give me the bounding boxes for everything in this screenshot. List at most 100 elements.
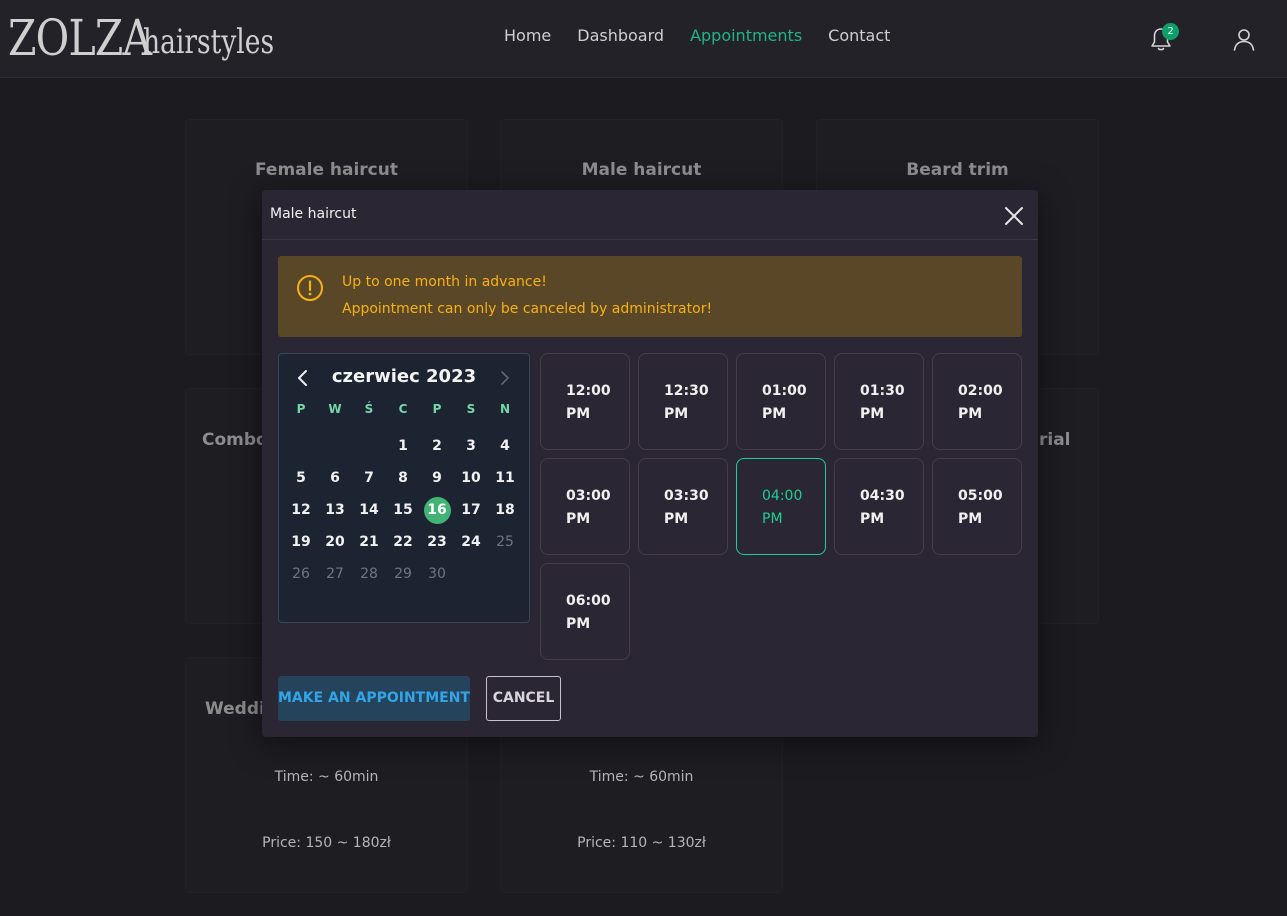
nav-link-home[interactable]: Home (504, 26, 551, 45)
calendar-day: 30 (428, 566, 446, 582)
time-slot-button[interactable]: 12:00 PM (540, 353, 630, 450)
time-slot-meridiem: PM (958, 406, 983, 422)
calendar-empty-cell (318, 430, 352, 462)
card-title: Female haircut (254, 160, 398, 180)
weekday-header: Ś (364, 402, 374, 416)
time-slot-meridiem: PM (762, 511, 783, 527)
nav-link-dashboard[interactable]: Dashboard (577, 26, 664, 45)
nav-link-appointments[interactable]: Appointments (690, 26, 802, 45)
calendar-day[interactable]: 1 (386, 430, 420, 462)
calendar-day[interactable]: 23 (420, 526, 454, 558)
chevron-right-icon[interactable] (495, 367, 515, 389)
time-slot-button[interactable]: 12:30 PM (638, 353, 728, 450)
calendar-day[interactable]: 11 (488, 462, 522, 494)
calendar-day[interactable]: 20 (318, 526, 352, 558)
calendar-day[interactable]: 12 (284, 494, 318, 526)
card-title: Beard trim (906, 160, 1009, 180)
calendar-day: 25 (496, 534, 514, 550)
calendar-day: 27 (326, 566, 344, 582)
time-slot-time: 01:00 (762, 383, 807, 399)
calendar-day-selected[interactable]: 16 (420, 494, 454, 526)
time-slot-button[interactable]: 05:00 PM (932, 458, 1022, 555)
weekday-header: S (466, 402, 476, 416)
alert-line-2: Appointment can only be canceled by admi… (342, 301, 713, 317)
time-slot-label: 12:00 PM (566, 380, 616, 426)
close-icon[interactable] (1002, 204, 1026, 228)
calendar-day[interactable]: 2 (420, 430, 454, 462)
calendar-day[interactable]: 9 (420, 462, 454, 494)
calendar-day[interactable]: 10 (454, 462, 488, 494)
make-appointment-button[interactable]: MAKE AN APPOINTMENT (278, 676, 470, 721)
calendar-day[interactable]: 24 (454, 526, 488, 558)
weekday-header: C (398, 402, 408, 416)
user-icon[interactable] (1232, 27, 1256, 51)
card-title: Weddi (205, 699, 265, 719)
calendar-day: 28 (360, 566, 378, 582)
time-slot-time: 01:30 (860, 383, 905, 399)
card-title: Male haircut (581, 160, 702, 180)
time-slot-label: 04:00 PM (762, 485, 812, 531)
time-slot-meridiem: PM (860, 511, 885, 527)
time-slot-time: 12:00 (566, 383, 611, 399)
time-slot-label: 01:30 PM (860, 380, 910, 426)
time-slot-button[interactable]: 01:00 PM (736, 353, 826, 450)
calendar-day[interactable]: 5 (284, 462, 318, 494)
time-slot-button[interactable]: 04:30 PM (834, 458, 924, 555)
calendar-day: 26 (292, 566, 310, 582)
cancel-button[interactable]: CANCEL (486, 676, 561, 721)
calendar-grid: P W Ś C P S N 1 2 3 4 5 6 7 8 9 10 11 12 13 14 15 16 17 18 19 20 21… (284, 398, 522, 590)
notification-badge: 2 (1162, 23, 1179, 40)
time-slot-button[interactable]: 02:00 PM (932, 353, 1022, 450)
time-slot-button[interactable]: 04:00 PM (736, 458, 826, 555)
calendar-day[interactable]: 18 (488, 494, 522, 526)
time-slot-label: 05:00 PM (958, 485, 1008, 531)
navbar: ZOLZA hairstyles Home Dashboard Appointm… (0, 0, 1287, 78)
calendar-day[interactable]: 13 (318, 494, 352, 526)
nav-link-contact[interactable]: Contact (828, 26, 890, 45)
time-slot-time: 06:00 (566, 593, 611, 609)
time-slot-meridiem: PM (958, 511, 983, 527)
time-slot-button[interactable]: 03:30 PM (638, 458, 728, 555)
time-slot-label: 04:30 PM (860, 485, 910, 531)
time-slot-time: 05:00 (958, 488, 1003, 504)
calendar-day[interactable]: 3 (454, 430, 488, 462)
calendar-day[interactable]: 17 (454, 494, 488, 526)
calendar-empty-cell (352, 430, 386, 462)
calendar-day[interactable]: 4 (488, 430, 522, 462)
card-time: Time: ~ 60min (589, 769, 694, 785)
nav-links: Home Dashboard Appointments Contact (504, 26, 916, 45)
logo-word: hairstyles (143, 22, 275, 62)
time-slot-meridiem: PM (566, 511, 591, 527)
time-slot-meridiem: PM (566, 406, 591, 422)
calendar-day[interactable]: 7 (352, 462, 386, 494)
brand-logo[interactable]: ZOLZA hairstyles (8, 4, 311, 68)
time-slot-time: 04:00 (762, 488, 803, 504)
weekday-header: N (499, 402, 511, 416)
time-slot-label: 03:00 PM (566, 485, 616, 531)
card-price: Price: 110 ~ 130zł (577, 835, 706, 851)
time-slot-time: 12:30 (664, 383, 709, 399)
logo-mark: ZOLZA (8, 9, 152, 67)
calendar-day[interactable]: 21 (352, 526, 386, 558)
calendar-day[interactable]: 19 (284, 526, 318, 558)
calendar-day[interactable]: 14 (352, 494, 386, 526)
time-slot-label: 01:00 PM (762, 380, 812, 426)
calendar-day[interactable]: 15 (386, 494, 420, 526)
appointment-modal: Male haircut Up to one month in advance!… (262, 190, 1038, 737)
warning-alert: Up to one month in advance! Appointment … (278, 256, 1022, 337)
time-slot-button[interactable]: 03:00 PM (540, 458, 630, 555)
time-slot-button[interactable]: 06:00 PM (540, 563, 630, 660)
time-slot-label: 03:30 PM (664, 485, 714, 531)
card-time: Time: ~ 60min (274, 769, 379, 785)
calendar-day[interactable]: 6 (318, 462, 352, 494)
time-slot-time: 02:00 (958, 383, 1003, 399)
calendar-month-label: czerwiec 2023 (331, 366, 477, 387)
calendar-day[interactable]: 8 (386, 462, 420, 494)
time-slot-button[interactable]: 01:30 PM (834, 353, 924, 450)
calendar-day[interactable]: 22 (386, 526, 420, 558)
time-slot-meridiem: PM (860, 406, 885, 422)
time-slot-meridiem: PM (664, 511, 689, 527)
card-price: Price: 150 ~ 180zł (262, 835, 391, 851)
date-picker: czerwiec 2023 P W Ś C P S N 1 2 3 4 5 6 7 8 9 10 11 12 13 14… (278, 353, 530, 623)
calendar-empty-cell (284, 430, 318, 462)
